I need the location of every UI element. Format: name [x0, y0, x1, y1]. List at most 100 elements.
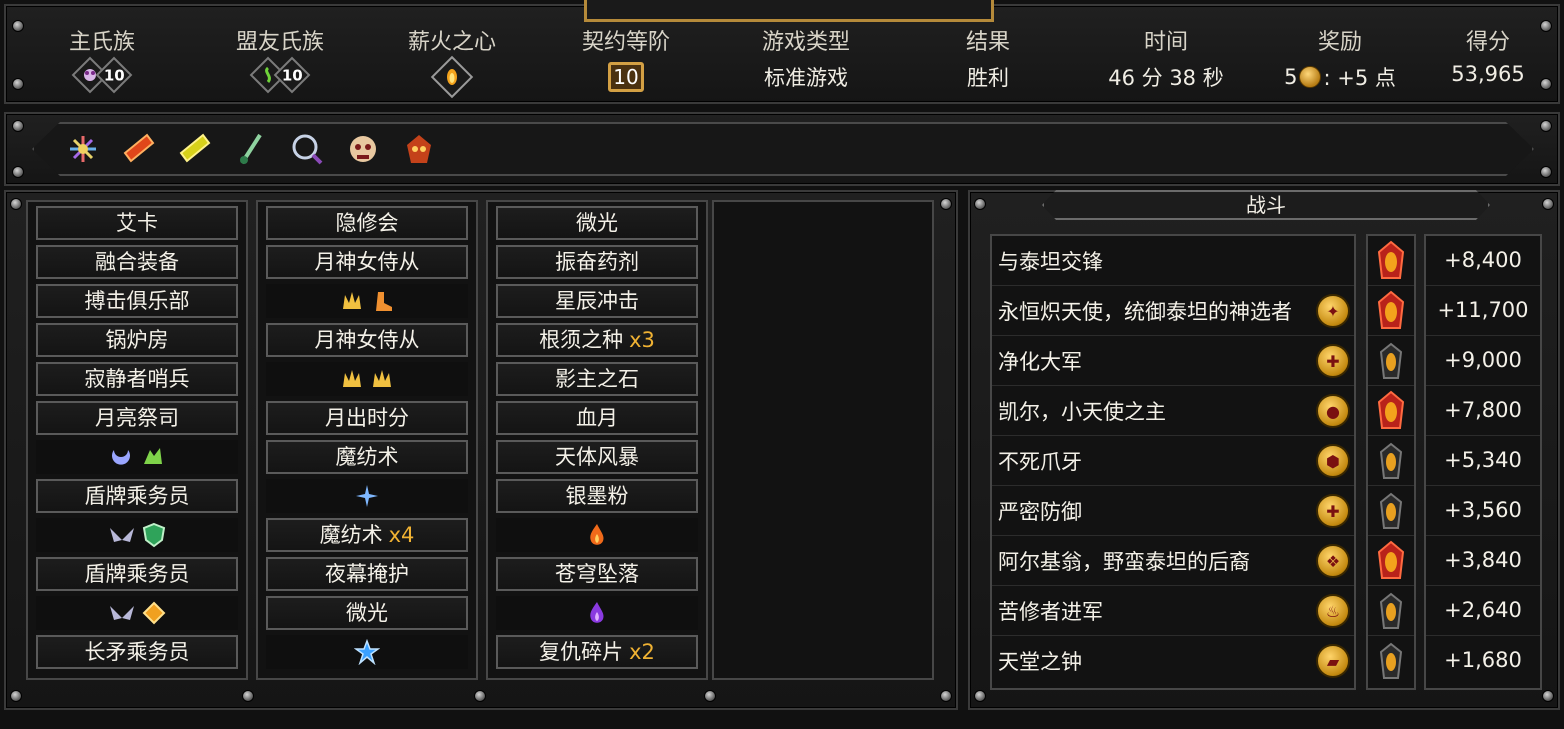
- time-label: 时间: [1143, 30, 1188, 55]
- card[interactable]: 锅炉房: [36, 323, 238, 357]
- crown-upgrade-icon[interactable]: [370, 367, 394, 391]
- battle-pyre-column: [1366, 234, 1416, 690]
- beast-icon: ❖: [1316, 544, 1350, 578]
- result-stat: 结果 胜利: [908, 6, 1068, 92]
- card[interactable]: 天体风暴: [496, 440, 698, 474]
- battle-row[interactable]: 天堂之钟 ▰: [992, 636, 1354, 686]
- card[interactable]: 艾卡: [36, 206, 238, 240]
- card[interactable]: 月亮祭司: [36, 401, 238, 435]
- main-clan-stat: 主氏族 10: [22, 6, 182, 94]
- battle-row[interactable]: 与泰坦交锋: [992, 236, 1354, 286]
- run-summary-bar: 主氏族 10 盟友氏族 10 薪火之心 契约等阶 10 游戏类型 标准游戏 结果…: [4, 0, 1560, 104]
- pyre-icon: [1379, 492, 1403, 529]
- card[interactable]: 搏击俱乐部: [36, 284, 238, 318]
- card[interactable]: 月神女侍从: [266, 245, 468, 279]
- skull-orb-icon[interactable]: [344, 130, 382, 168]
- reward-stat: 奖励 5 : +5 点: [1260, 6, 1420, 92]
- boss-pyre-icon: [1377, 540, 1405, 579]
- result-label: 结果: [965, 30, 1010, 55]
- shield-upgrade-icon[interactable]: [142, 522, 166, 548]
- wings-upgrade-icon[interactable]: [108, 524, 136, 546]
- card[interactable]: 振奋药剂: [496, 245, 698, 279]
- pyre-icon: [1379, 342, 1403, 379]
- fire-mask-icon[interactable]: [400, 130, 438, 168]
- hex-icon: ⬢: [1316, 444, 1350, 478]
- amber-gem-upgrade-icon[interactable]: [142, 601, 166, 625]
- reward-points: : +5 点: [1323, 66, 1396, 90]
- reward-label: 奖励: [1317, 30, 1362, 55]
- card[interactable]: 长矛乘务员: [36, 635, 238, 669]
- card[interactable]: 血月: [496, 401, 698, 435]
- battle-row[interactable]: 不死爪牙 ⬢: [992, 436, 1354, 486]
- ally-clan-label: 盟友氏族: [235, 30, 324, 55]
- card-name: 魔纺术: [319, 523, 383, 547]
- card[interactable]: 根须之种 x3: [496, 323, 698, 357]
- purple-flame-upgrade-icon[interactable]: [585, 600, 609, 626]
- card[interactable]: 影主之石: [496, 362, 698, 396]
- green-beast-upgrade-icon[interactable]: [140, 444, 166, 470]
- card[interactable]: 苍穹坠落: [496, 557, 698, 591]
- wings-upgrade-icon[interactable]: [108, 602, 136, 624]
- time-stat: 时间 46 分 38 秒: [1086, 6, 1246, 92]
- covenant-level-badge: 10: [608, 62, 644, 92]
- deck-column-1: 艾卡 融合装备 搏击俱乐部 锅炉房 寂静者哨兵 月亮祭司 盾牌乘务员 盾牌乘务员…: [26, 200, 248, 680]
- rivet-icon: [704, 690, 716, 702]
- artifact-bar: [4, 112, 1560, 186]
- battle-row[interactable]: 净化大军 ✚: [992, 336, 1354, 386]
- battle-row[interactable]: 苦修者进军 ♨: [992, 586, 1354, 636]
- battle-row[interactable]: 严密防御 ✚: [992, 486, 1354, 536]
- card[interactable]: 寂静者哨兵: [36, 362, 238, 396]
- crown-upgrade-icon[interactable]: [340, 289, 364, 313]
- rivet-icon: [10, 198, 22, 210]
- card[interactable]: 夜幕掩护: [266, 557, 468, 591]
- flame-icon: ♨: [1316, 594, 1350, 628]
- rivet-icon: [12, 166, 24, 178]
- pyre-heart-label: 薪火之心: [407, 30, 496, 55]
- ring-icon[interactable]: [288, 130, 326, 168]
- blue-star-upgrade-icon[interactable]: [354, 639, 380, 665]
- card[interactable]: 银墨粉: [496, 479, 698, 513]
- card[interactable]: 月神女侍从: [266, 323, 468, 357]
- card[interactable]: 盾牌乘务员: [36, 479, 238, 513]
- card[interactable]: 魔纺术 x4: [266, 518, 468, 552]
- prism-flower-icon[interactable]: [64, 130, 102, 168]
- battle-row[interactable]: 凯尔，小天使之主 ●: [992, 386, 1354, 436]
- card[interactable]: 星辰冲击: [496, 284, 698, 318]
- battle-row[interactable]: 阿尔基翁，野蛮泰坦的后裔 ❖: [992, 536, 1354, 586]
- star-burst-upgrade-icon[interactable]: [355, 484, 379, 508]
- deck-column-4: [712, 200, 934, 680]
- reward-count: 5: [1284, 65, 1298, 89]
- card[interactable]: 盾牌乘务员: [36, 557, 238, 591]
- card-upgrades: [36, 440, 238, 474]
- rivet-icon: [10, 690, 22, 702]
- card[interactable]: 微光: [266, 596, 468, 630]
- pyre-icon: [1379, 442, 1403, 479]
- pot-icon: ●: [1316, 394, 1350, 428]
- card[interactable]: 隐修会: [266, 206, 468, 240]
- score-value: 53,965: [1451, 62, 1525, 86]
- card-upgrades: [266, 284, 468, 318]
- yellow-crystal-icon[interactable]: [176, 130, 214, 168]
- battle-score: +9,000: [1444, 348, 1522, 372]
- red-crystal-icon[interactable]: [120, 130, 158, 168]
- pyre-heart-stat: 薪火之心: [372, 6, 532, 99]
- green-dagger-icon[interactable]: [232, 130, 270, 168]
- card[interactable]: 月出时分: [266, 401, 468, 435]
- rivet-icon: [242, 690, 254, 702]
- battle-score: +8,400: [1444, 248, 1522, 272]
- card[interactable]: 复仇碎片 x2: [496, 635, 698, 669]
- pyre-icon: [1379, 642, 1403, 679]
- deck-column-3: 微光 振奋药剂 星辰冲击 根须之种 x3 影主之石 血月 天体风暴 银墨粉 苍穹坠…: [486, 200, 708, 680]
- pyre-heart-icon[interactable]: [430, 55, 474, 99]
- boot-upgrade-icon[interactable]: [370, 289, 394, 313]
- card[interactable]: 魔纺术: [266, 440, 468, 474]
- card-name: 复仇碎片: [539, 640, 624, 664]
- card-name: 根须之种: [539, 328, 624, 352]
- crown-upgrade-icon[interactable]: [340, 367, 364, 391]
- rivet-icon: [1542, 198, 1554, 210]
- card[interactable]: 融合装备: [36, 245, 238, 279]
- card[interactable]: 微光: [496, 206, 698, 240]
- battle-row[interactable]: 永恒炽天使，统御泰坦的神选者 ✦: [992, 286, 1354, 336]
- flame-upgrade-icon[interactable]: [585, 522, 609, 548]
- moon-upgrade-icon[interactable]: [108, 444, 134, 470]
